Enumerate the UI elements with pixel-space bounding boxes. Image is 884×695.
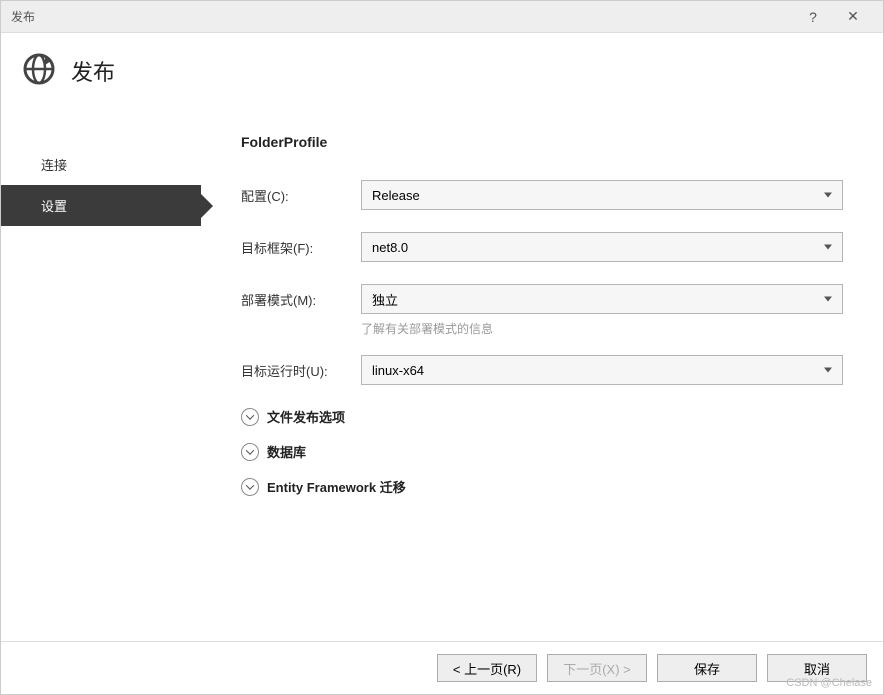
page-title: 发布 <box>71 55 115 87</box>
close-button[interactable]: ✕ <box>833 8 873 25</box>
expander-label: Entity Framework 迁移 <box>267 477 406 496</box>
expander-file-publish-options[interactable]: 文件发布选项 <box>241 407 843 426</box>
select-value: net8.0 <box>372 240 408 255</box>
select-value: 独立 <box>372 290 398 309</box>
label-target-runtime: 目标运行时(U): <box>241 361 361 380</box>
save-button[interactable]: 保存 <box>657 654 757 682</box>
window-title: 发布 <box>11 8 35 25</box>
cancel-button[interactable]: 取消 <box>767 654 867 682</box>
main-panel: FolderProfile 配置(C): Release 目标框架(F): ne… <box>201 104 883 641</box>
row-deployment-mode: 部署模式(M): 独立 <box>241 284 843 314</box>
chevron-down-icon <box>241 478 259 496</box>
chevron-down-icon <box>241 443 259 461</box>
row-configuration: 配置(C): Release <box>241 180 843 210</box>
expander-label: 文件发布选项 <box>267 407 345 426</box>
expander-ef-migrations[interactable]: Entity Framework 迁移 <box>241 477 843 496</box>
select-value: linux-x64 <box>372 363 424 378</box>
help-button[interactable]: ? <box>793 9 833 25</box>
publish-globe-icon <box>21 51 57 90</box>
prev-button[interactable]: < 上一页(R) <box>437 654 537 682</box>
select-target-runtime[interactable]: linux-x64 <box>361 355 843 385</box>
select-value: Release <box>372 188 420 203</box>
dialog-footer: < 上一页(R) 下一页(X) > 保存 取消 <box>1 641 883 694</box>
deployment-mode-hint[interactable]: 了解有关部署模式的信息 <box>361 320 843 337</box>
sidebar-item-label: 连接 <box>41 158 67 173</box>
content-area: 连接 设置 FolderProfile 配置(C): Release 目标框架(… <box>1 104 883 641</box>
dialog-header: 发布 <box>1 33 883 104</box>
sidebar-item-label: 设置 <box>41 199 67 214</box>
next-button: 下一页(X) > <box>547 654 647 682</box>
titlebar: 发布 ? ✕ <box>1 1 883 33</box>
label-target-framework: 目标框架(F): <box>241 238 361 257</box>
select-deployment-mode[interactable]: 独立 <box>361 284 843 314</box>
profile-title: FolderProfile <box>241 134 843 150</box>
select-target-framework[interactable]: net8.0 <box>361 232 843 262</box>
label-configuration: 配置(C): <box>241 186 361 205</box>
sidebar-item-connection[interactable]: 连接 <box>1 144 201 185</box>
row-target-runtime: 目标运行时(U): linux-x64 <box>241 355 843 385</box>
chevron-down-icon <box>241 408 259 426</box>
select-configuration[interactable]: Release <box>361 180 843 210</box>
expander-label: 数据库 <box>267 442 306 461</box>
label-deployment-mode: 部署模式(M): <box>241 290 361 309</box>
expander-database[interactable]: 数据库 <box>241 442 843 461</box>
row-target-framework: 目标框架(F): net8.0 <box>241 232 843 262</box>
sidebar-item-settings[interactable]: 设置 <box>1 185 201 226</box>
sidebar: 连接 设置 <box>1 104 201 641</box>
